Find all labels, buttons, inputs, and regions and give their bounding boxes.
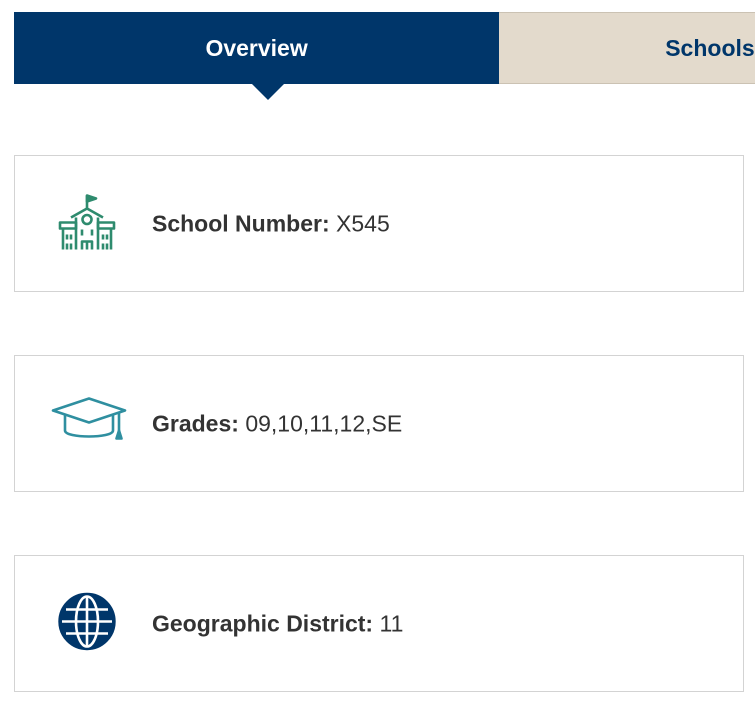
geographic-district-card: Geographic District: 11 (14, 555, 744, 692)
geographic-district-label: Geographic District: (152, 610, 374, 636)
geographic-district-text: Geographic District: 11 (152, 610, 403, 637)
school-number-text: School Number: X545 (152, 210, 390, 237)
grades-text: Grades: 09,10,11,12,SE (152, 410, 402, 437)
tab-overview[interactable]: Overview (14, 12, 500, 100)
globe-icon (57, 591, 117, 656)
grades-card: Grades: 09,10,11,12,SE (14, 355, 744, 492)
school-number-value: X545 (336, 210, 390, 236)
graduation-cap-icon (51, 396, 127, 451)
school-building-icon (55, 189, 119, 258)
tab-schools[interactable]: Schools (499, 12, 755, 84)
grades-value: 09,10,11,12,SE (245, 410, 403, 436)
active-tab-pointer (252, 84, 284, 100)
tab-overview-label: Overview (205, 34, 308, 61)
geographic-district-value: 11 (379, 610, 404, 636)
grades-label: Grades: (152, 410, 239, 436)
school-number-card: School Number: X545 (14, 155, 744, 292)
school-number-label: School Number: (152, 210, 330, 236)
tab-schools-label: Schools (665, 34, 755, 61)
tab-bar: Overview Schools (14, 12, 755, 100)
